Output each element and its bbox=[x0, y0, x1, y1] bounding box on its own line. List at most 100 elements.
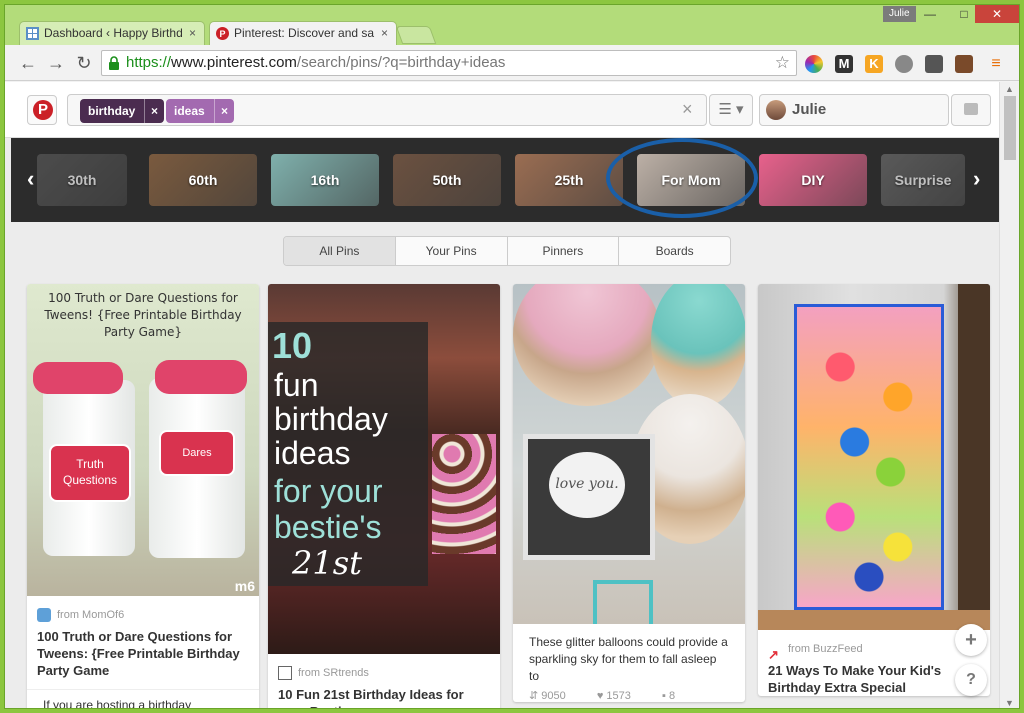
chair bbox=[593, 580, 653, 624]
tab-close-icon[interactable]: × bbox=[381, 22, 388, 44]
minimize-button[interactable]: — bbox=[915, 5, 945, 23]
overlay-word: birthday bbox=[274, 401, 388, 437]
overlay-word: ideas bbox=[274, 435, 351, 471]
pin-image[interactable]: 10 fun birthday ideas for your bestie's … bbox=[268, 284, 500, 654]
pin-image[interactable] bbox=[758, 284, 990, 630]
chip-label: ideas bbox=[174, 104, 205, 118]
truth-label: Truth Questions bbox=[49, 444, 131, 502]
instagram-extension-icon[interactable] bbox=[955, 55, 973, 73]
teal-glitter-balloon bbox=[651, 284, 745, 408]
url-host: www.pinterest.com bbox=[171, 54, 297, 71]
pin-image[interactable]: 100 Truth or Dare Questions for Tweens! … bbox=[27, 284, 259, 596]
cupcakes-image bbox=[432, 434, 496, 554]
tab-pinners[interactable]: Pinners bbox=[508, 237, 620, 265]
add-pin-button[interactable]: + bbox=[955, 624, 987, 656]
new-tab-button[interactable] bbox=[395, 26, 437, 44]
address-bar[interactable]: https://www.pinterest.com/search/pins/?q… bbox=[101, 50, 797, 76]
category-50th[interactable]: 50th bbox=[393, 154, 501, 206]
url-path: /search/pins/?q=birthday+ideas bbox=[296, 54, 506, 71]
chip-remove-icon[interactable]: × bbox=[144, 99, 164, 123]
tab-boards[interactable]: Boards bbox=[619, 237, 730, 265]
svg-text:P: P bbox=[219, 29, 225, 39]
categories-menu-button[interactable]: ☰ ▾ bbox=[709, 94, 753, 126]
pin-card[interactable]: 100 Truth or Dare Questions for Tweens! … bbox=[27, 284, 259, 708]
person-extension-icon[interactable] bbox=[925, 55, 943, 73]
back-button[interactable]: ← bbox=[17, 53, 39, 73]
carousel-prev-icon[interactable]: ‹ bbox=[27, 166, 34, 192]
overlay-word: 21st bbox=[292, 544, 362, 582]
floor bbox=[758, 610, 990, 630]
pinterest-logo-icon: P bbox=[33, 100, 53, 120]
search-chip-birthday[interactable]: birthday × bbox=[80, 99, 164, 123]
forward-button[interactable]: → bbox=[45, 53, 67, 73]
tab-your-pins[interactable]: Your Pins bbox=[396, 237, 508, 265]
highlight-circle bbox=[606, 138, 758, 218]
carousel-next-icon[interactable]: › bbox=[973, 166, 980, 192]
source-icon bbox=[278, 666, 292, 681]
category-30th[interactable]: 30th bbox=[37, 154, 127, 206]
user-profile-button[interactable]: Julie bbox=[759, 94, 949, 126]
pin-stats: ⇵ 9050 ♥ 1573 ▪ 8 bbox=[513, 685, 745, 702]
notifications-button[interactable] bbox=[951, 94, 991, 126]
k-extension-icon[interactable]: K bbox=[865, 55, 883, 73]
tab-title: Pinterest: Discover and sa bbox=[234, 26, 375, 40]
category-16th[interactable]: 16th bbox=[271, 154, 379, 206]
pinterest-page: P birthday × ideas × × ☰ ▾ Julie ‹ 30th … bbox=[5, 82, 1001, 708]
overlay-number: 10 bbox=[272, 325, 313, 366]
pin-source[interactable]: from MomOf6 bbox=[27, 602, 259, 628]
close-window-button[interactable]: ✕ bbox=[975, 5, 1019, 23]
tab-pinterest[interactable]: P Pinterest: Discover and sa × bbox=[209, 21, 397, 45]
ribbon-bow bbox=[155, 360, 247, 394]
profile-badge[interactable]: Julie bbox=[883, 6, 916, 22]
browser-window: Julie — □ ✕ Dashboard ‹ Happy Birthd × P… bbox=[4, 4, 1020, 709]
bookmark-star-icon[interactable]: ☆ bbox=[775, 51, 790, 75]
m-extension-icon[interactable]: M bbox=[835, 55, 853, 73]
menu-hamburger-icon[interactable]: ≡ bbox=[987, 55, 1005, 73]
repin-count: ⇵ 9050 bbox=[529, 690, 566, 702]
overlay-word: bestie's bbox=[274, 509, 382, 545]
title-bar: Julie — □ ✕ Dashboard ‹ Happy Birthd × P… bbox=[5, 5, 1019, 45]
reload-button[interactable]: ↻ bbox=[73, 53, 95, 73]
pin-image-heading: 100 Truth or Dare Questions for Tweens! … bbox=[44, 291, 242, 339]
search-chip-ideas[interactable]: ideas × bbox=[166, 99, 234, 123]
help-button[interactable]: ? bbox=[955, 664, 987, 696]
category-carousel: ‹ 30th 60th 16th 50th 25th For Mom DIY Surprise… bbox=[11, 138, 1001, 222]
scroll-down-icon[interactable]: ▼ bbox=[1005, 698, 1014, 708]
search-filter-tabs: All Pins Your Pins Pinners Boards bbox=[283, 236, 731, 266]
like-count: ♥ 1573 bbox=[596, 690, 631, 702]
tab-dashboard[interactable]: Dashboard ‹ Happy Birthd × bbox=[19, 21, 205, 45]
clear-search-icon[interactable]: × bbox=[682, 99, 693, 120]
chip-label: birthday bbox=[88, 104, 136, 118]
pin-card[interactable]: 10 fun birthday ideas for your bestie's … bbox=[268, 284, 500, 708]
lock-icon bbox=[109, 56, 119, 70]
url-scheme: https:// bbox=[126, 54, 172, 71]
door-frame bbox=[958, 284, 990, 630]
tab-all-pins[interactable]: All Pins bbox=[284, 237, 396, 265]
category-diy[interactable]: DIY bbox=[759, 154, 867, 206]
eye-extension-icon[interactable] bbox=[895, 55, 913, 73]
comment-count: ▪ 8 bbox=[661, 690, 676, 702]
pin-image[interactable]: love you. bbox=[513, 284, 745, 624]
pin-source[interactable]: from SRtrends bbox=[268, 660, 500, 686]
page-scrollbar[interactable]: ▲ ▼ bbox=[999, 82, 1019, 708]
category-surprise[interactable]: Surprise bbox=[881, 154, 965, 206]
search-input[interactable]: birthday × ideas × × bbox=[67, 94, 707, 126]
pin-title: 10 Fun 21st Birthday Ideas for your Best… bbox=[278, 687, 464, 708]
scroll-thumb[interactable] bbox=[1004, 96, 1016, 160]
browser-toolbar: ← → ↻ https://www.pinterest.com/search/p… bbox=[5, 45, 1019, 81]
user-name: Julie bbox=[792, 101, 827, 118]
pinterest-logo-button[interactable]: P bbox=[27, 95, 57, 125]
chip-remove-icon[interactable]: × bbox=[214, 99, 234, 123]
tab-close-icon[interactable]: × bbox=[189, 22, 196, 44]
scroll-up-icon[interactable]: ▲ bbox=[1005, 84, 1014, 94]
category-60th[interactable]: 60th bbox=[149, 154, 257, 206]
love-you-bubble: love you. bbox=[549, 452, 625, 518]
pin-title: 100 Truth or Dare Questions for Tweens: … bbox=[37, 629, 240, 678]
watermark: m6 bbox=[234, 578, 255, 594]
ribbon-bow bbox=[33, 362, 123, 394]
source-icon bbox=[37, 608, 51, 623]
dashboard-favicon-icon bbox=[26, 27, 39, 40]
color-picker-extension-icon[interactable] bbox=[805, 55, 823, 73]
pin-card[interactable]: love you. These glitter balloons could p… bbox=[513, 284, 745, 702]
speech-bubble-icon bbox=[964, 103, 978, 115]
